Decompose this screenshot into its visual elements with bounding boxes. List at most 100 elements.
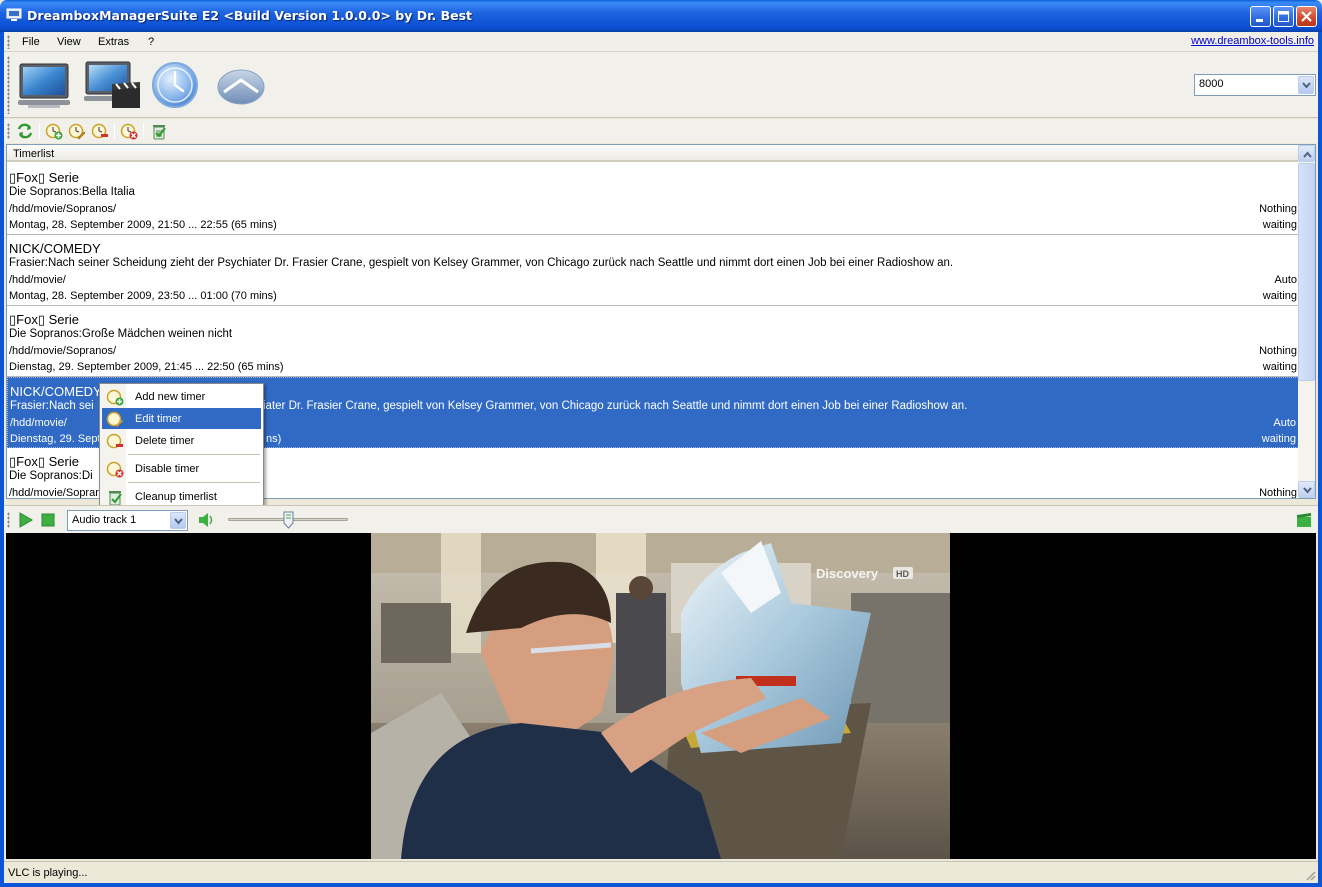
chevron-down-icon [1303,487,1312,494]
timer-path: /hdd/movie/ [9,274,66,286]
timer-row[interactable]: NICK/COMEDY Frasier:Nach seiner Scheidun… [7,235,1300,306]
context-disable-timer[interactable]: Disable timer [102,458,261,479]
resize-grip-icon[interactable] [1304,869,1316,881]
context-item-label: Add new timer [135,391,206,403]
chevron-up-icon [1303,151,1312,158]
add-timer-icon[interactable] [45,122,63,140]
toolbar-separator [114,123,115,139]
port-dropdown-button[interactable] [1298,76,1314,94]
channel-watermark-badge: HD [896,569,909,579]
timer-time-end: ns) [266,433,282,445]
timer-after-action: Nothing [1259,345,1297,357]
disable-timer-icon [106,461,124,478]
context-add-new-timer[interactable]: Add new timer [102,386,261,407]
menu-view[interactable]: View [57,36,81,48]
clapperboard-icon[interactable] [1296,512,1312,528]
video-output[interactable]: Discovery HD [6,533,1316,859]
close-button[interactable] [1296,6,1317,27]
timer-after-action: Nothing [1259,203,1297,215]
timer-time: Dienstag, 29. September 2009, 21:45 ... … [9,361,284,373]
edit-timer-icon[interactable] [68,122,86,140]
timer-channel: NICK/COMEDY [9,241,101,256]
port-combobox[interactable]: 8000 [1194,74,1316,96]
menu-file[interactable]: File [22,36,40,48]
context-menu-separator [128,482,260,483]
stop-icon[interactable] [41,513,55,527]
maximize-button[interactable] [1273,6,1294,27]
timer-row[interactable]: ▯Fox▯ Serie Die Sopranos:Große Mädchen w… [7,306,1300,377]
play-icon[interactable] [18,512,34,528]
context-item-label: Delete timer [135,435,195,447]
port-value: 8000 [1199,78,1224,90]
speaker-volume-icon[interactable] [198,512,216,528]
tv-movie-clapper-icon[interactable] [82,58,144,112]
scroll-down-button[interactable] [1298,481,1315,498]
scroll-thumb[interactable] [1298,163,1315,381]
scroll-up-button[interactable] [1298,145,1315,162]
delete-timer-icon[interactable] [91,122,109,140]
window-frame-bottom [0,883,1322,887]
close-icon [1301,11,1312,22]
audio-track-dropdown-button[interactable] [170,512,186,529]
timer-toolbar [4,119,1318,143]
timerlist-scrollbar[interactable] [1298,145,1315,498]
chevron-down-icon [174,518,183,525]
clock-icon[interactable] [150,58,200,112]
main-toolbar: 8000 [4,52,1318,118]
timer-description: Die Sopranos:Di [9,470,93,482]
video-frame-image: Discovery HD [371,533,950,859]
refresh-icon[interactable] [16,122,34,140]
timer-path: /hdd/movie/Sopranos/ [9,203,117,215]
title-bar[interactable]: DreamboxManagerSuite E2 <Build Version 1… [0,0,1322,32]
window-frame-left [0,32,4,887]
context-delete-timer[interactable]: Delete timer [102,430,261,451]
toolbar-grip[interactable] [7,56,10,114]
status-text: VLC is playing... [8,867,88,879]
timer-path: /hdd/movie/Sopranos/ [9,345,117,357]
eject-dome-icon[interactable] [215,58,267,112]
chevron-down-icon [1302,82,1311,89]
context-item-label: Edit timer [135,413,182,425]
menu-grip[interactable] [7,35,10,49]
timer-after-action: Nothing [1259,487,1297,499]
minimize-icon [1256,19,1263,22]
cleanup-trash-icon [109,491,122,506]
timerlist-column-header[interactable]: Timerlist [7,145,1300,162]
channel-watermark: Discovery [816,566,879,581]
menu-bar: File View Extras ? www.dreambox-tools.in… [4,32,1318,52]
context-item-label: Disable timer [135,463,200,475]
timer-description-end: iater Dr. Frasier Crane, gespielt von Ke… [263,400,968,412]
timer-after-action: Auto [1274,274,1297,286]
timer-time-start: Dienstag, 29. Sept [10,433,101,445]
toolbar-separator [39,123,40,139]
player-toolbar: Audio track 1 [4,505,1318,533]
player-toolbar-grip[interactable] [7,512,10,528]
timer-after-action: Auto [1273,417,1296,429]
minimize-button[interactable] [1250,6,1271,27]
context-cleanup-timerlist[interactable]: Cleanup timerlist [102,486,261,507]
timer-description: Die Sopranos:Große Mädchen weinen nicht [9,328,233,340]
timer-description: Frasier:Nach seiner Scheidung zieht der … [9,257,954,269]
menu-extras[interactable]: Extras [98,36,129,48]
audio-track-select[interactable]: Audio track 1 [67,510,188,531]
edit-timer-icon [106,411,123,427]
timer-channel: ▯Fox▯ Serie [9,312,79,327]
timer-description: Die Sopranos:Bella Italia [9,186,135,198]
timer-path: /hdd/movie/Sopran [9,487,102,499]
timer-time: Montag, 28. September 2009, 21:50 ... 22… [9,219,277,231]
volume-slider-thumb[interactable] [283,511,294,529]
toolbar-separator [143,123,144,139]
website-link[interactable]: www.dreambox-tools.info [1191,35,1314,47]
disable-timer-icon[interactable] [120,122,138,140]
context-edit-timer[interactable]: Edit timer [102,408,261,429]
window-frame-right [1318,32,1322,887]
timer-row[interactable]: ▯Fox▯ Serie Die Sopranos:Bella Italia /h… [7,164,1300,235]
timer-toolbar-grip[interactable] [7,123,10,139]
menu-help[interactable]: ? [148,36,154,48]
tv-icon[interactable] [16,58,72,112]
context-menu-separator [128,454,260,455]
cleanup-trash-icon[interactable] [150,122,168,140]
timer-status: waiting [1261,433,1296,445]
delete-timer-icon [106,433,123,449]
timer-path: /hdd/movie/ [10,417,67,429]
